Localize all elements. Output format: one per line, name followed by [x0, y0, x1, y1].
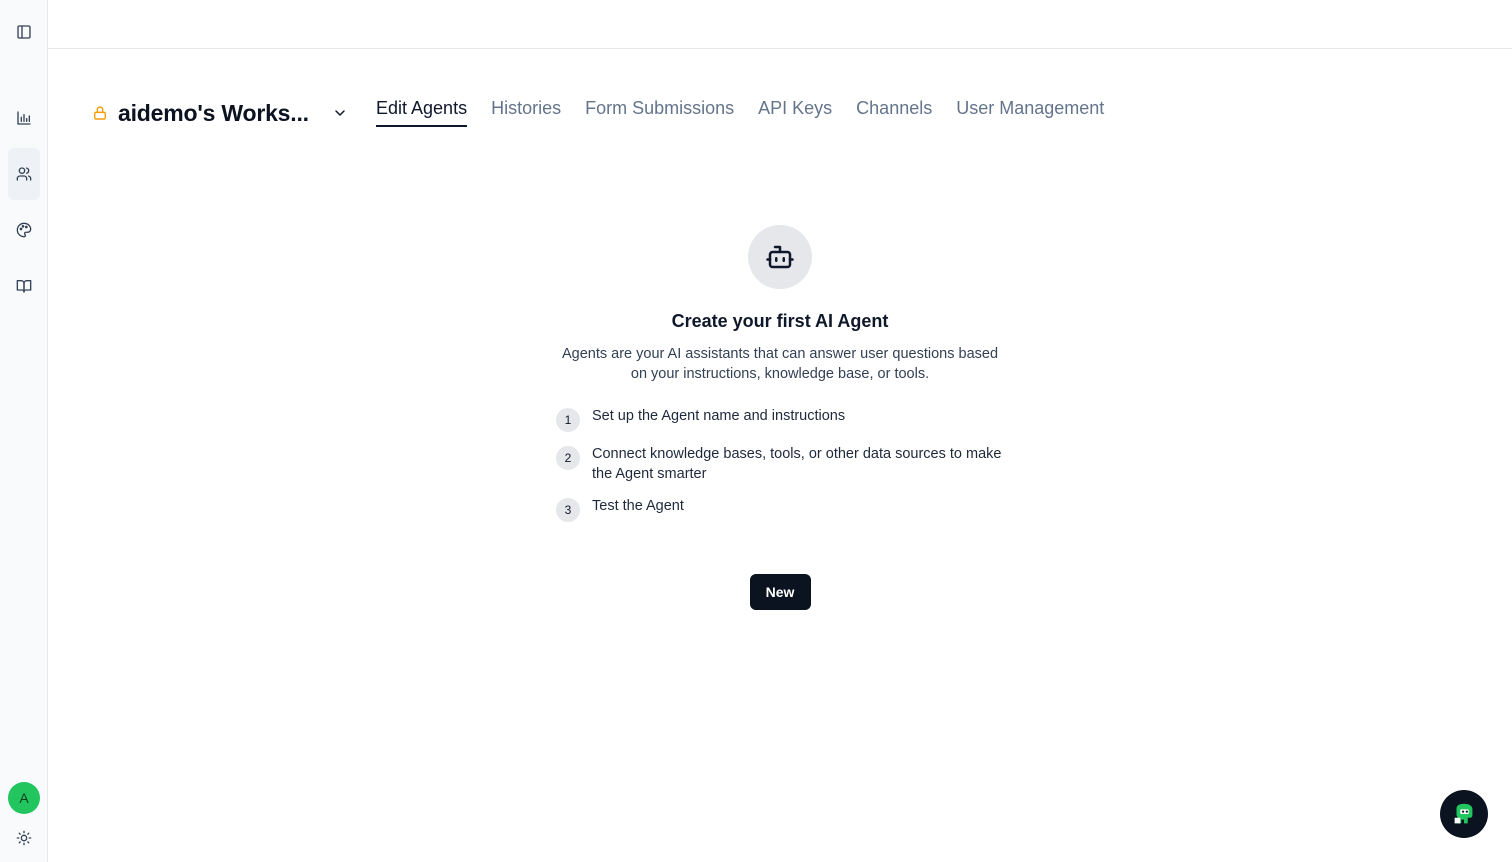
tab-user-management[interactable]: User Management: [956, 98, 1104, 127]
step-number: 2: [556, 446, 580, 470]
empty-state-description: Agents are your AI assistants that can a…: [561, 346, 999, 382]
sidebar-item-docs[interactable]: [8, 270, 40, 302]
bot-icon: [766, 245, 794, 269]
list-item: 2 Connect knowledge bases, tools, or oth…: [556, 444, 1004, 484]
step-number: 3: [556, 498, 580, 522]
book-icon: [16, 280, 32, 293]
sidebar-item-analytics[interactable]: [8, 102, 40, 134]
theme-toggle-button[interactable]: [8, 830, 40, 846]
chat-mascot-icon: [1454, 803, 1473, 824]
sidebar-item-agents[interactable]: [8, 148, 40, 200]
user-avatar[interactable]: A: [8, 782, 40, 814]
sun-icon: [16, 830, 32, 846]
empty-state-title: Create your first AI Agent: [671, 311, 889, 331]
setup-steps: 1 Set up the Agent name and instructions…: [556, 406, 1004, 534]
sidebar-toggle-icon: [17, 25, 31, 39]
bar-chart-icon: [17, 111, 31, 125]
step-text: Test the Agent: [592, 498, 684, 514]
tab-histories[interactable]: Histories: [491, 98, 561, 127]
tab-edit-agents[interactable]: Edit Agents: [376, 98, 468, 127]
tab-channels[interactable]: Channels: [856, 98, 932, 127]
workspace-selector[interactable]: aidemo's Works...: [92, 96, 348, 130]
chevron-down-icon: [335, 110, 345, 116]
tab-form-submissions[interactable]: Form Submissions: [585, 98, 734, 127]
list-item: 3 Test the Agent: [556, 496, 1004, 522]
top-bar: [48, 0, 1512, 49]
step-text: Connect knowledge bases, tools, or other…: [592, 446, 1002, 482]
sidebar-item-appearance[interactable]: [8, 214, 40, 246]
sidebar: A: [0, 0, 48, 862]
nav-tabs: Edit Agents Histories Form Submissions A…: [376, 98, 1104, 127]
step-number: 1: [556, 408, 580, 432]
tab-api-keys[interactable]: API Keys: [758, 98, 832, 127]
empty-state: Create your first AI Agent Agents are yo…: [530, 225, 1030, 610]
sidebar-toggle-button[interactable]: [8, 16, 40, 48]
chat-widget-button[interactable]: [1440, 790, 1488, 838]
new-agent-button[interactable]: New: [749, 574, 811, 610]
app-root: A aidemo's Works... Edit Agents Historie…: [0, 0, 1512, 862]
step-text: Set up the Agent name and instructions: [592, 408, 846, 424]
palette-icon: [16, 222, 32, 238]
list-item: 1 Set up the Agent name and instructions: [556, 406, 1004, 432]
users-icon: [16, 167, 32, 181]
workspace-name: aidemo's Works...: [118, 99, 309, 126]
bot-icon-badge: [748, 225, 812, 289]
lock-icon: [93, 106, 107, 120]
